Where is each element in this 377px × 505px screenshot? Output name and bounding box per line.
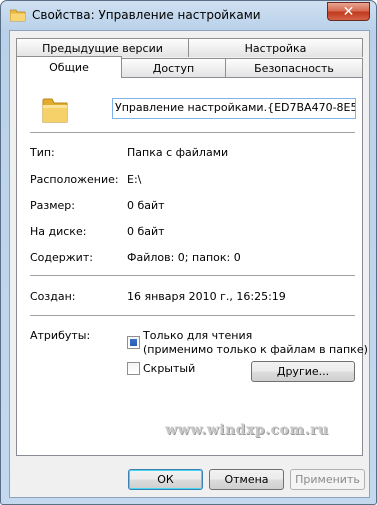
size-label: Размер: [30, 199, 75, 212]
readonly-note: (применимо только к файлам в папке) [143, 343, 368, 356]
attributes-label: Атрибуты: [30, 329, 91, 342]
location-value: E:\ [127, 173, 142, 186]
separator [30, 315, 355, 316]
cancel-button-label: Отмена [224, 473, 269, 486]
apply-button-label: Применить [295, 473, 360, 486]
ok-button-label: ОК [157, 473, 174, 486]
size-on-disk-value: 0 байт [127, 225, 165, 238]
properties-window: Свойства: Управление настройками ✕ Преды… [0, 0, 377, 505]
tab-label: Настройка [244, 41, 307, 55]
tab-label: Безопасность [254, 61, 334, 75]
close-icon: ✕ [342, 3, 355, 20]
tab-previous-versions[interactable]: Предыдущие версии [16, 38, 189, 57]
separator [30, 275, 355, 276]
tab-label: Общие [49, 61, 89, 74]
general-tab-panel: Управление настройками.{ED7BA470-8E54-46… [16, 77, 368, 456]
folder-icon [42, 98, 68, 123]
created-value: 16 января 2010 г., 16:25:19 [127, 290, 286, 303]
contains-label: Содержит: [30, 251, 93, 264]
folder-name-input[interactable]: Управление настройками.{ED7BA470-8E54-46… [112, 98, 356, 119]
dialog-body: Предыдущие версии Настройка Общие Доступ… [9, 30, 370, 498]
advanced-button[interactable]: Другие... [251, 361, 355, 382]
ok-button[interactable]: ОК [128, 469, 203, 490]
cancel-button[interactable]: Отмена [209, 469, 284, 490]
close-button[interactable]: ✕ [327, 2, 370, 21]
window-title: Свойства: Управление настройками [32, 8, 261, 22]
size-value: 0 байт [127, 199, 165, 212]
watermark: www.windxp.com.ru [165, 422, 329, 438]
readonly-label: Только для чтения [143, 329, 253, 342]
location-label: Расположение: [30, 173, 119, 186]
tab-sharing[interactable]: Доступ [121, 58, 226, 77]
tab-label: Доступ [152, 61, 195, 75]
tab-customize[interactable]: Настройка [188, 38, 363, 57]
hidden-checkbox[interactable] [127, 362, 140, 375]
created-label: Создан: [30, 290, 76, 303]
tab-label: Предыдущие версии [42, 41, 163, 55]
folder-icon [10, 9, 26, 22]
title-bar[interactable]: Свойства: Управление настройками ✕ [1, 1, 376, 31]
readonly-checkbox[interactable] [127, 336, 140, 349]
type-value: Папка с файлами [127, 146, 229, 159]
tab-general[interactable]: Общие [16, 56, 122, 78]
separator [30, 132, 355, 133]
type-label: Тип: [30, 146, 55, 159]
apply-button[interactable]: Применить [290, 469, 365, 490]
tab-security[interactable]: Безопасность [225, 58, 363, 77]
size-on-disk-label: На диске: [30, 225, 87, 238]
hidden-label: Скрытый [143, 362, 196, 375]
contains-value: Файлов: 0; папок: 0 [127, 251, 241, 264]
advanced-button-label: Другие... [276, 365, 330, 378]
